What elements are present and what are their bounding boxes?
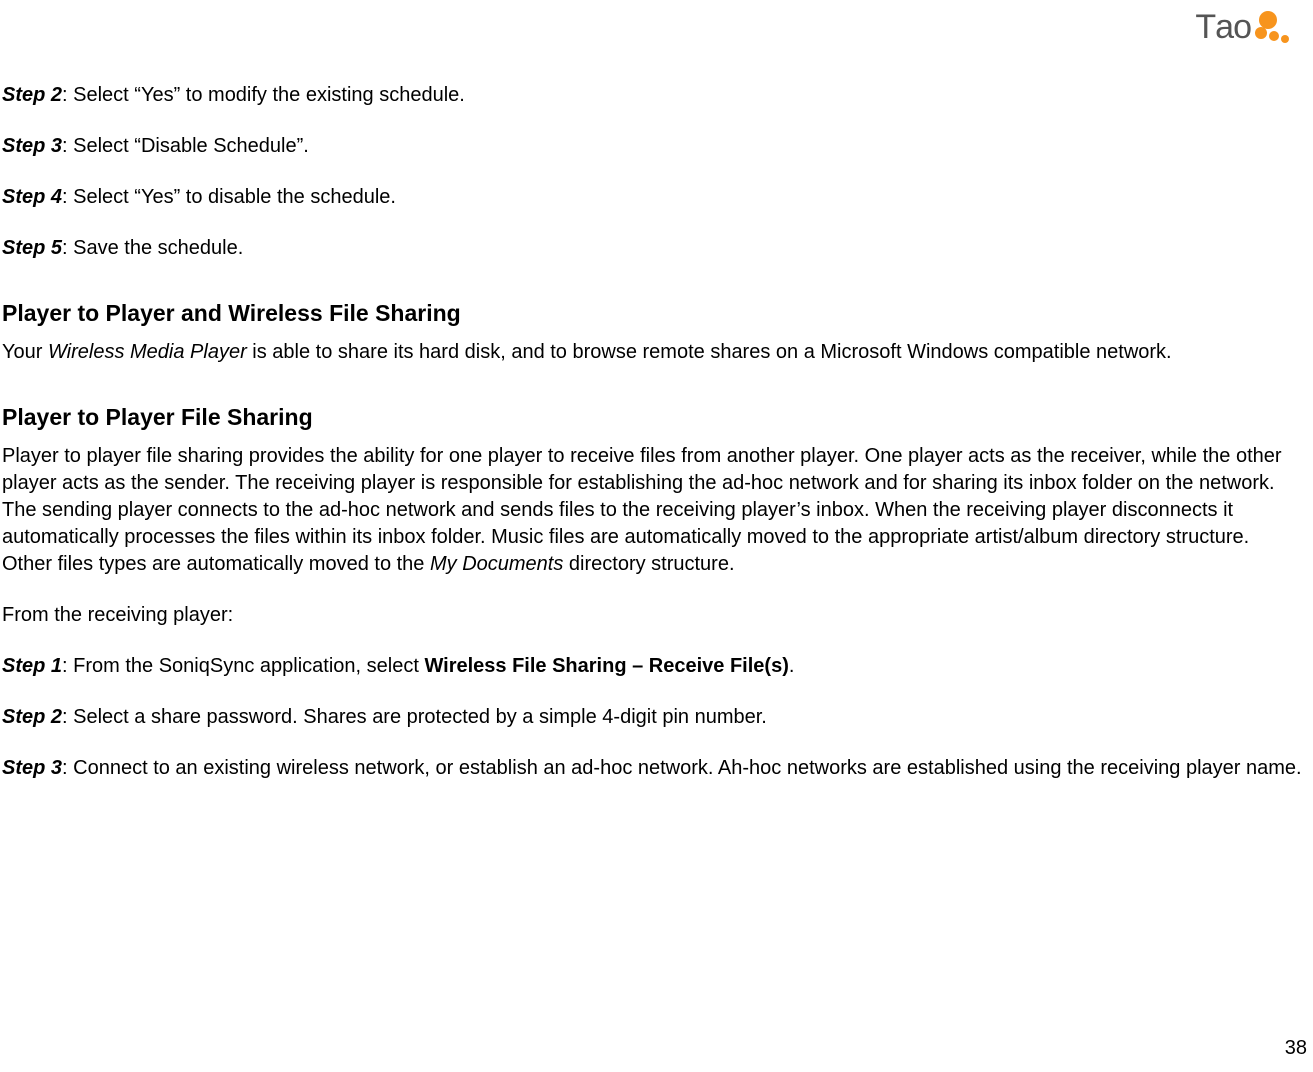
step-label: Step 1	[2, 655, 62, 677]
step-line: Step 4: Select “Yes” to disable the sche…	[2, 184, 1303, 211]
text-italic: Wireless Media Player	[48, 341, 247, 363]
step-line: Step 1: From the SoniqSync application, …	[2, 653, 1303, 680]
logo: Tao	[1195, 8, 1293, 47]
step-line: Step 5: Save the schedule.	[2, 235, 1303, 262]
page-number: 38	[1285, 1037, 1307, 1060]
step-text: : Select a share password. Shares are pr…	[62, 706, 767, 728]
step-line: Step 3: Connect to an existing wireless …	[2, 755, 1303, 782]
step-line: Step 2: Select “Yes” to modify the exist…	[2, 82, 1303, 109]
step-label: Step 5	[2, 237, 62, 259]
logo-text: Tao	[1195, 8, 1251, 47]
step-text: : Save the schedule.	[62, 237, 243, 259]
text: is able to share its hard disk, and to b…	[247, 341, 1172, 363]
page-header: Tao	[1195, 8, 1293, 47]
step-text: .	[789, 655, 795, 677]
step-label: Step 4	[2, 186, 62, 208]
text-italic: My Documents	[430, 553, 563, 575]
step-text: : Connect to an existing wireless networ…	[62, 757, 1302, 779]
paragraph: Your Wireless Media Player is able to sh…	[2, 339, 1303, 366]
step-text: : Select “Yes” to modify the existing sc…	[62, 84, 465, 106]
section-heading: Player to Player File Sharing	[2, 402, 1303, 433]
step-label: Step 2	[2, 706, 62, 728]
step-text: : Select “Disable Schedule”.	[62, 135, 309, 157]
logo-dots-icon	[1255, 9, 1293, 47]
step-line: Step 3: Select “Disable Schedule”.	[2, 133, 1303, 160]
step-line: Step 2: Select a share password. Shares …	[2, 704, 1303, 731]
step-text-bold: Wireless File Sharing – Receive File(s)	[424, 655, 788, 677]
step-label: Step 3	[2, 757, 62, 779]
document-body: Step 2: Select “Yes” to modify the exist…	[2, 82, 1303, 806]
subheading: From the receiving player:	[2, 602, 1303, 629]
step-text: : From the SoniqSync application, select	[62, 655, 424, 677]
step-text: : Select “Yes” to disable the schedule.	[62, 186, 396, 208]
step-label: Step 3	[2, 135, 62, 157]
section-heading: Player to Player and Wireless File Shari…	[2, 298, 1303, 329]
text: directory structure.	[563, 553, 734, 575]
paragraph: Player to player file sharing provides t…	[2, 443, 1303, 578]
text: Your	[2, 341, 48, 363]
step-label: Step 2	[2, 84, 62, 106]
